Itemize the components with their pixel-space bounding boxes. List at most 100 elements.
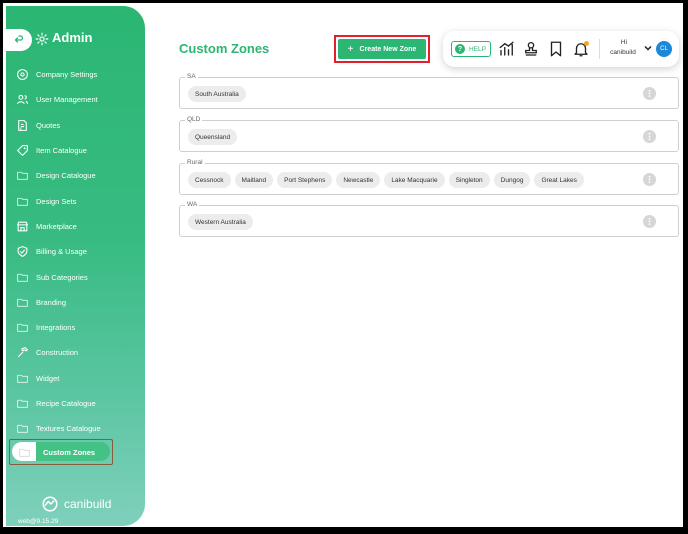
- help-button[interactable]: ? HELP: [451, 41, 491, 57]
- sidebar-item-quotes[interactable]: $ Quotes: [6, 115, 145, 135]
- notification-bell-icon[interactable]: [572, 40, 590, 58]
- sidebar-item-label: Design Sets: [36, 196, 77, 206]
- sidebar-item-label: Company Settings: [36, 69, 98, 79]
- tag-icon: [15, 143, 29, 157]
- sidebar-item-user-management[interactable]: User Management: [6, 89, 145, 109]
- sidebar-item-custom-zones[interactable]: Custom Zones: [9, 439, 113, 465]
- question-icon: ?: [455, 44, 465, 54]
- store-icon: [15, 219, 29, 233]
- sidebar-item-label: User Management: [36, 94, 98, 104]
- canibuild-logo-icon: [42, 496, 58, 512]
- top-toolbar: ? HELP Hi canibuild CL: [443, 31, 679, 67]
- user-name[interactable]: canibuild: [605, 49, 641, 56]
- folder-icon: [17, 445, 31, 459]
- bookmark-icon[interactable]: [547, 40, 565, 58]
- avatar[interactable]: CL: [656, 41, 672, 57]
- sidebar-item-integrations[interactable]: Integrations: [6, 317, 145, 337]
- folder-icon: [15, 270, 29, 284]
- zone-card: QLD Queensland: [179, 116, 679, 152]
- notification-badge: [584, 41, 589, 46]
- sidebar-item-label: Construction: [36, 347, 79, 357]
- sidebar-item-design-sets[interactable]: Design Sets: [6, 191, 145, 211]
- zone-chip[interactable]: Western Australia: [188, 214, 253, 230]
- app-window: Admin Company Settings User Management $ Qu…: [3, 3, 683, 527]
- zone-name: QLD: [185, 116, 203, 123]
- more-options-icon[interactable]: [643, 173, 656, 186]
- more-options-icon[interactable]: [643, 215, 656, 228]
- sidebar-item-design-catalogue[interactable]: Design Catalogue: [6, 165, 145, 185]
- sidebar-item-label: Item Catalogue: [36, 145, 87, 155]
- zone-chip[interactable]: Port Stephens: [277, 172, 333, 188]
- sidebar-item-label: Integrations: [36, 322, 76, 332]
- back-arrow-icon: [14, 35, 24, 43]
- shield-check-icon: [15, 244, 29, 258]
- sidebar-item-label: Custom Zones: [43, 447, 96, 457]
- sidebar-header: Admin: [6, 28, 145, 54]
- sidebar-item-label: Textures Catalogue: [36, 423, 101, 433]
- sidebar-item-label: Widget: [36, 373, 60, 383]
- version-label: web@9.15.29: [18, 518, 59, 525]
- zone-chip-list: Queensland: [188, 129, 238, 145]
- sidebar-item-recipe-catalogue[interactable]: Recipe Catalogue: [6, 393, 145, 413]
- sidebar-item-construction[interactable]: Construction: [6, 342, 145, 362]
- help-label: HELP: [469, 45, 486, 53]
- sidebar-item-label: Design Catalogue: [36, 170, 96, 180]
- hammer-icon: [15, 345, 29, 359]
- sidebar-item-sub-categories[interactable]: Sub Categories: [6, 267, 145, 287]
- page-title: Custom Zones: [179, 41, 270, 56]
- folder-icon: [15, 421, 29, 435]
- zone-name: Rural: [185, 159, 205, 166]
- sidebar-item-item-catalogue[interactable]: Item Catalogue: [6, 140, 145, 160]
- sidebar-item-label: Recipe Catalogue: [36, 398, 96, 408]
- more-options-icon[interactable]: [643, 130, 656, 143]
- create-button-highlight: + Create New Zone: [334, 35, 430, 63]
- canibuild-logo: canibuild: [39, 495, 111, 513]
- folder-icon: [15, 168, 29, 182]
- sidebar: Admin Company Settings User Management $ Qu…: [6, 6, 145, 526]
- sidebar-item-label: Branding: [36, 297, 67, 307]
- toolbar-divider: [599, 39, 600, 59]
- sidebar-item-billing-usage[interactable]: Billing & Usage: [6, 241, 145, 261]
- user-greeting: Hi: [620, 39, 628, 46]
- folder-icon: [15, 194, 29, 208]
- zone-chip[interactable]: Great Lakes: [534, 172, 584, 188]
- create-button-label: Create New Zone: [359, 45, 417, 53]
- sidebar-title: Admin: [52, 30, 93, 45]
- zone-chip-list: South Australia: [188, 86, 246, 102]
- zone-card: Rural Cessnock Maitland Port Stephens Newcas…: [179, 159, 679, 195]
- sidebar-item-branding[interactable]: Branding: [6, 292, 145, 312]
- zone-chip-list: Western Australia: [188, 214, 253, 230]
- zone-chip[interactable]: Newcastle: [336, 172, 381, 188]
- sidebar-item-label: Marketplace: [36, 221, 77, 231]
- sidebar-item-textures-catalogue[interactable]: Textures Catalogue: [6, 418, 145, 438]
- zone-chip[interactable]: Queensland: [188, 129, 238, 145]
- folder-icon: [15, 396, 29, 410]
- zone-chip[interactable]: Dungog: [493, 172, 531, 188]
- zone-card: SA South Australia: [179, 73, 679, 109]
- quote-document-icon: $: [15, 118, 29, 132]
- zone-chip[interactable]: Lake Macquarie: [384, 172, 445, 188]
- more-options-icon[interactable]: [643, 87, 656, 100]
- sidebar-item-label: Quotes: [36, 120, 61, 130]
- zone-chip[interactable]: Maitland: [234, 172, 274, 188]
- sidebar-item-marketplace[interactable]: Marketplace: [6, 216, 145, 236]
- zone-name: WA: [185, 201, 200, 208]
- zone-chip[interactable]: South Australia: [188, 86, 246, 102]
- zone-chip[interactable]: Cessnock: [188, 172, 231, 188]
- sidebar-item-company-settings[interactable]: Company Settings: [6, 64, 145, 84]
- stamp-icon[interactable]: [522, 40, 540, 58]
- sidebar-item-label: Sub Categories: [36, 272, 88, 282]
- zone-chip-list: Cessnock Maitland Port Stephens Newcastle La…: [188, 172, 584, 188]
- sidebar-item-label: Billing & Usage: [36, 246, 87, 256]
- zone-chip[interactable]: Singleton: [448, 172, 490, 188]
- folder-icon: [15, 320, 29, 334]
- logo-text: canibuild: [64, 497, 112, 511]
- zone-name: SA: [185, 73, 198, 80]
- folder-icon: [15, 371, 29, 385]
- analytics-chart-icon[interactable]: [498, 40, 516, 58]
- chevron-down-icon[interactable]: [643, 43, 653, 53]
- create-new-zone-button[interactable]: + Create New Zone: [338, 39, 426, 59]
- settings-circle-icon: [15, 67, 29, 81]
- back-button[interactable]: [6, 29, 32, 51]
- sidebar-item-widget[interactable]: Widget: [6, 368, 145, 388]
